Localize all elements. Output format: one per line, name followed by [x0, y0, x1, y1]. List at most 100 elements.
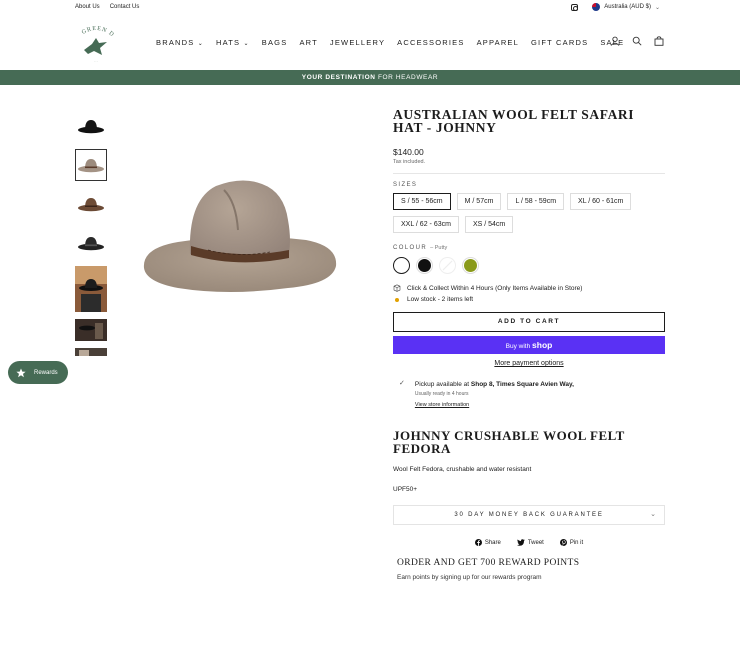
stock-dot-icon	[395, 297, 399, 302]
size-options: S / 55 - 56cm M / 57cm L / 58 - 59cm XL …	[393, 193, 665, 233]
facebook-icon	[474, 539, 482, 546]
cart-icon[interactable]	[654, 36, 664, 46]
thumbnail-black-hat[interactable]	[75, 110, 107, 142]
about-us-link[interactable]: About Us	[75, 4, 100, 10]
locale-selector[interactable]: Australia (AUD $) ⌄	[592, 3, 660, 11]
more-payment-options-link[interactable]: More payment options	[393, 360, 665, 367]
guarantee-accordion[interactable]: 30 DAY MONEY BACK GUARANTEE ⌄	[393, 505, 665, 525]
buy-with-label: Buy with	[505, 343, 531, 350]
au-flag-icon	[592, 3, 601, 11]
box-icon	[393, 284, 401, 292]
pickup-text: Pickup available at Shop 8, Times Square…	[415, 379, 574, 409]
swatch-dot	[395, 259, 408, 272]
nav-hats[interactable]: HATS ⌄	[216, 38, 250, 47]
nav-apparel[interactable]: APPAREL	[477, 38, 519, 47]
pickup-location: Shop 8, Times Square Avien Way,	[470, 381, 574, 388]
size-option-s[interactable]: S / 55 - 56cm	[393, 193, 451, 210]
banner-bold: YOUR DESTINATION	[301, 74, 376, 81]
main-nav: BRANDS ⌄ HATS ⌄ BAGS ART JEWELLERY ACCES…	[156, 38, 624, 47]
stock-text: Low stock - 2 items left	[407, 296, 474, 303]
shop-pay-button[interactable]: Buy with shop	[393, 336, 665, 354]
locale-label: Australia (AUD $)	[604, 4, 651, 10]
swatch-black[interactable]	[416, 257, 433, 274]
pickup-ready: Usually ready in 4 hours	[414, 391, 469, 397]
swatch-putty[interactable]	[393, 257, 410, 274]
thumbnail-charcoal-hat[interactable]	[75, 227, 107, 259]
swatch-dot	[418, 259, 431, 272]
size-option-xl[interactable]: XL / 60 - 61cm	[570, 193, 632, 210]
thumbnail-list	[75, 110, 108, 363]
pin-button[interactable]: Pin it	[559, 539, 584, 546]
size-option-m[interactable]: M / 57cm	[456, 193, 502, 210]
product-subtitle: JOHNNY CRUSHABLE WOOL FELT FEDORA	[393, 428, 625, 456]
click-collect-note: Click & Collect Within 4 Hours (Only Ite…	[393, 284, 665, 292]
pinterest-icon	[559, 539, 567, 546]
nav-accessories[interactable]: ACCESSORIES	[397, 38, 464, 47]
share-facebook-button[interactable]: Share	[474, 539, 501, 546]
pickup-line: Pickup available at Shop 8, Times Square…	[415, 379, 574, 390]
colour-label: COLOUR – Putty	[393, 245, 665, 251]
utility-bar: About Us Contact Us Australia (AUD $) ⌄	[0, 0, 740, 14]
user-icon[interactable]	[610, 36, 620, 46]
tweet-label: Tweet	[527, 539, 544, 546]
star-icon	[16, 368, 26, 377]
nav-jewellery[interactable]: JEWELLERY	[330, 38, 385, 47]
utility-links: About Us Contact Us	[75, 4, 139, 10]
tax-note: Tax included.	[393, 159, 426, 165]
product-price: $140.00	[393, 147, 424, 157]
svg-text:GREEN DUCK: GREEN DUCK	[74, 24, 115, 39]
banner-rest: FOR HEADWEAR	[377, 74, 439, 81]
tweet-button[interactable]: Tweet	[516, 539, 544, 546]
divider	[393, 173, 665, 174]
instagram-icon[interactable]	[571, 3, 579, 11]
rewards-button[interactable]: Rewards	[8, 361, 68, 384]
social-share: Share Tweet Pin it	[393, 539, 665, 546]
reward-points-title: ORDER AND GET 700 REWARD POINTS	[397, 558, 580, 568]
nav-art[interactable]: ART	[299, 38, 317, 47]
thumbnail-lifestyle-2[interactable]	[75, 319, 107, 341]
promo-banner: YOUR DESTINATION FOR HEADWEAR	[0, 70, 740, 85]
nav-bags[interactable]: BAGS	[262, 38, 288, 47]
thumbnail-lifestyle-1[interactable]	[75, 266, 107, 312]
twitter-icon	[516, 539, 525, 546]
chevron-down-icon: ⌄	[197, 41, 204, 47]
product-description: Wool Felt Fedora, crushable and water re…	[393, 466, 532, 473]
colour-selected: – Putty	[430, 245, 448, 251]
swatch-olive[interactable]	[462, 257, 479, 274]
colour-label-text: COLOUR	[393, 245, 428, 251]
logo[interactable]: GREEN DUCK · · ·	[71, 20, 118, 63]
utility-right: Australia (AUD $) ⌄	[571, 3, 660, 11]
share-label: Share	[484, 539, 501, 546]
chevron-down-icon: ⌄	[654, 4, 660, 11]
thumbnail-putty-hat[interactable]	[75, 149, 107, 181]
rewards-label: Rewards	[34, 369, 58, 376]
thumbnail-lifestyle-3[interactable]	[75, 348, 107, 356]
size-option-l[interactable]: L / 58 - 59cm	[507, 193, 565, 210]
swatch-white[interactable]	[439, 257, 456, 274]
pickup-prefix: Pickup available at	[414, 381, 470, 388]
product-info: AUSTRALIAN WOOL FELT SAFARI HAT - JOHNNY…	[393, 108, 665, 581]
nav-gift-cards[interactable]: GIFT CARDS	[531, 38, 588, 47]
header-icons	[610, 36, 664, 46]
swatch-dot	[464, 259, 477, 272]
svg-text:· · ·: · · ·	[94, 59, 98, 63]
shop-logo: shop	[532, 340, 553, 350]
nav-brands-label: BRANDS	[156, 38, 195, 47]
pin-label: Pin it	[569, 539, 584, 546]
search-icon[interactable]	[632, 36, 642, 46]
store-info-link[interactable]: View store information	[415, 401, 574, 409]
main-product-image[interactable]	[138, 170, 342, 302]
swatch-dot	[441, 259, 454, 272]
size-option-xs[interactable]: XS / 54cm	[464, 216, 514, 233]
contact-us-link[interactable]: Contact Us	[110, 4, 140, 10]
size-option-xxl[interactable]: XXL / 62 - 63cm	[393, 216, 459, 233]
thumbnail-brown-hat[interactable]	[75, 188, 107, 220]
reward-points-desc: Earn points by signing up for our reward…	[397, 574, 542, 581]
product-title: AUSTRALIAN WOOL FELT SAFARI HAT - JOHNNY	[393, 107, 635, 135]
sizes-label: SIZES	[393, 182, 418, 188]
nav-brands[interactable]: BRANDS ⌄	[156, 38, 204, 47]
check-icon: ✓	[399, 380, 405, 387]
chevron-down-icon: ⌄	[650, 511, 656, 518]
add-to-cart-button[interactable]: ADD TO CART	[393, 312, 665, 332]
nav-hats-label: HATS	[216, 38, 241, 47]
